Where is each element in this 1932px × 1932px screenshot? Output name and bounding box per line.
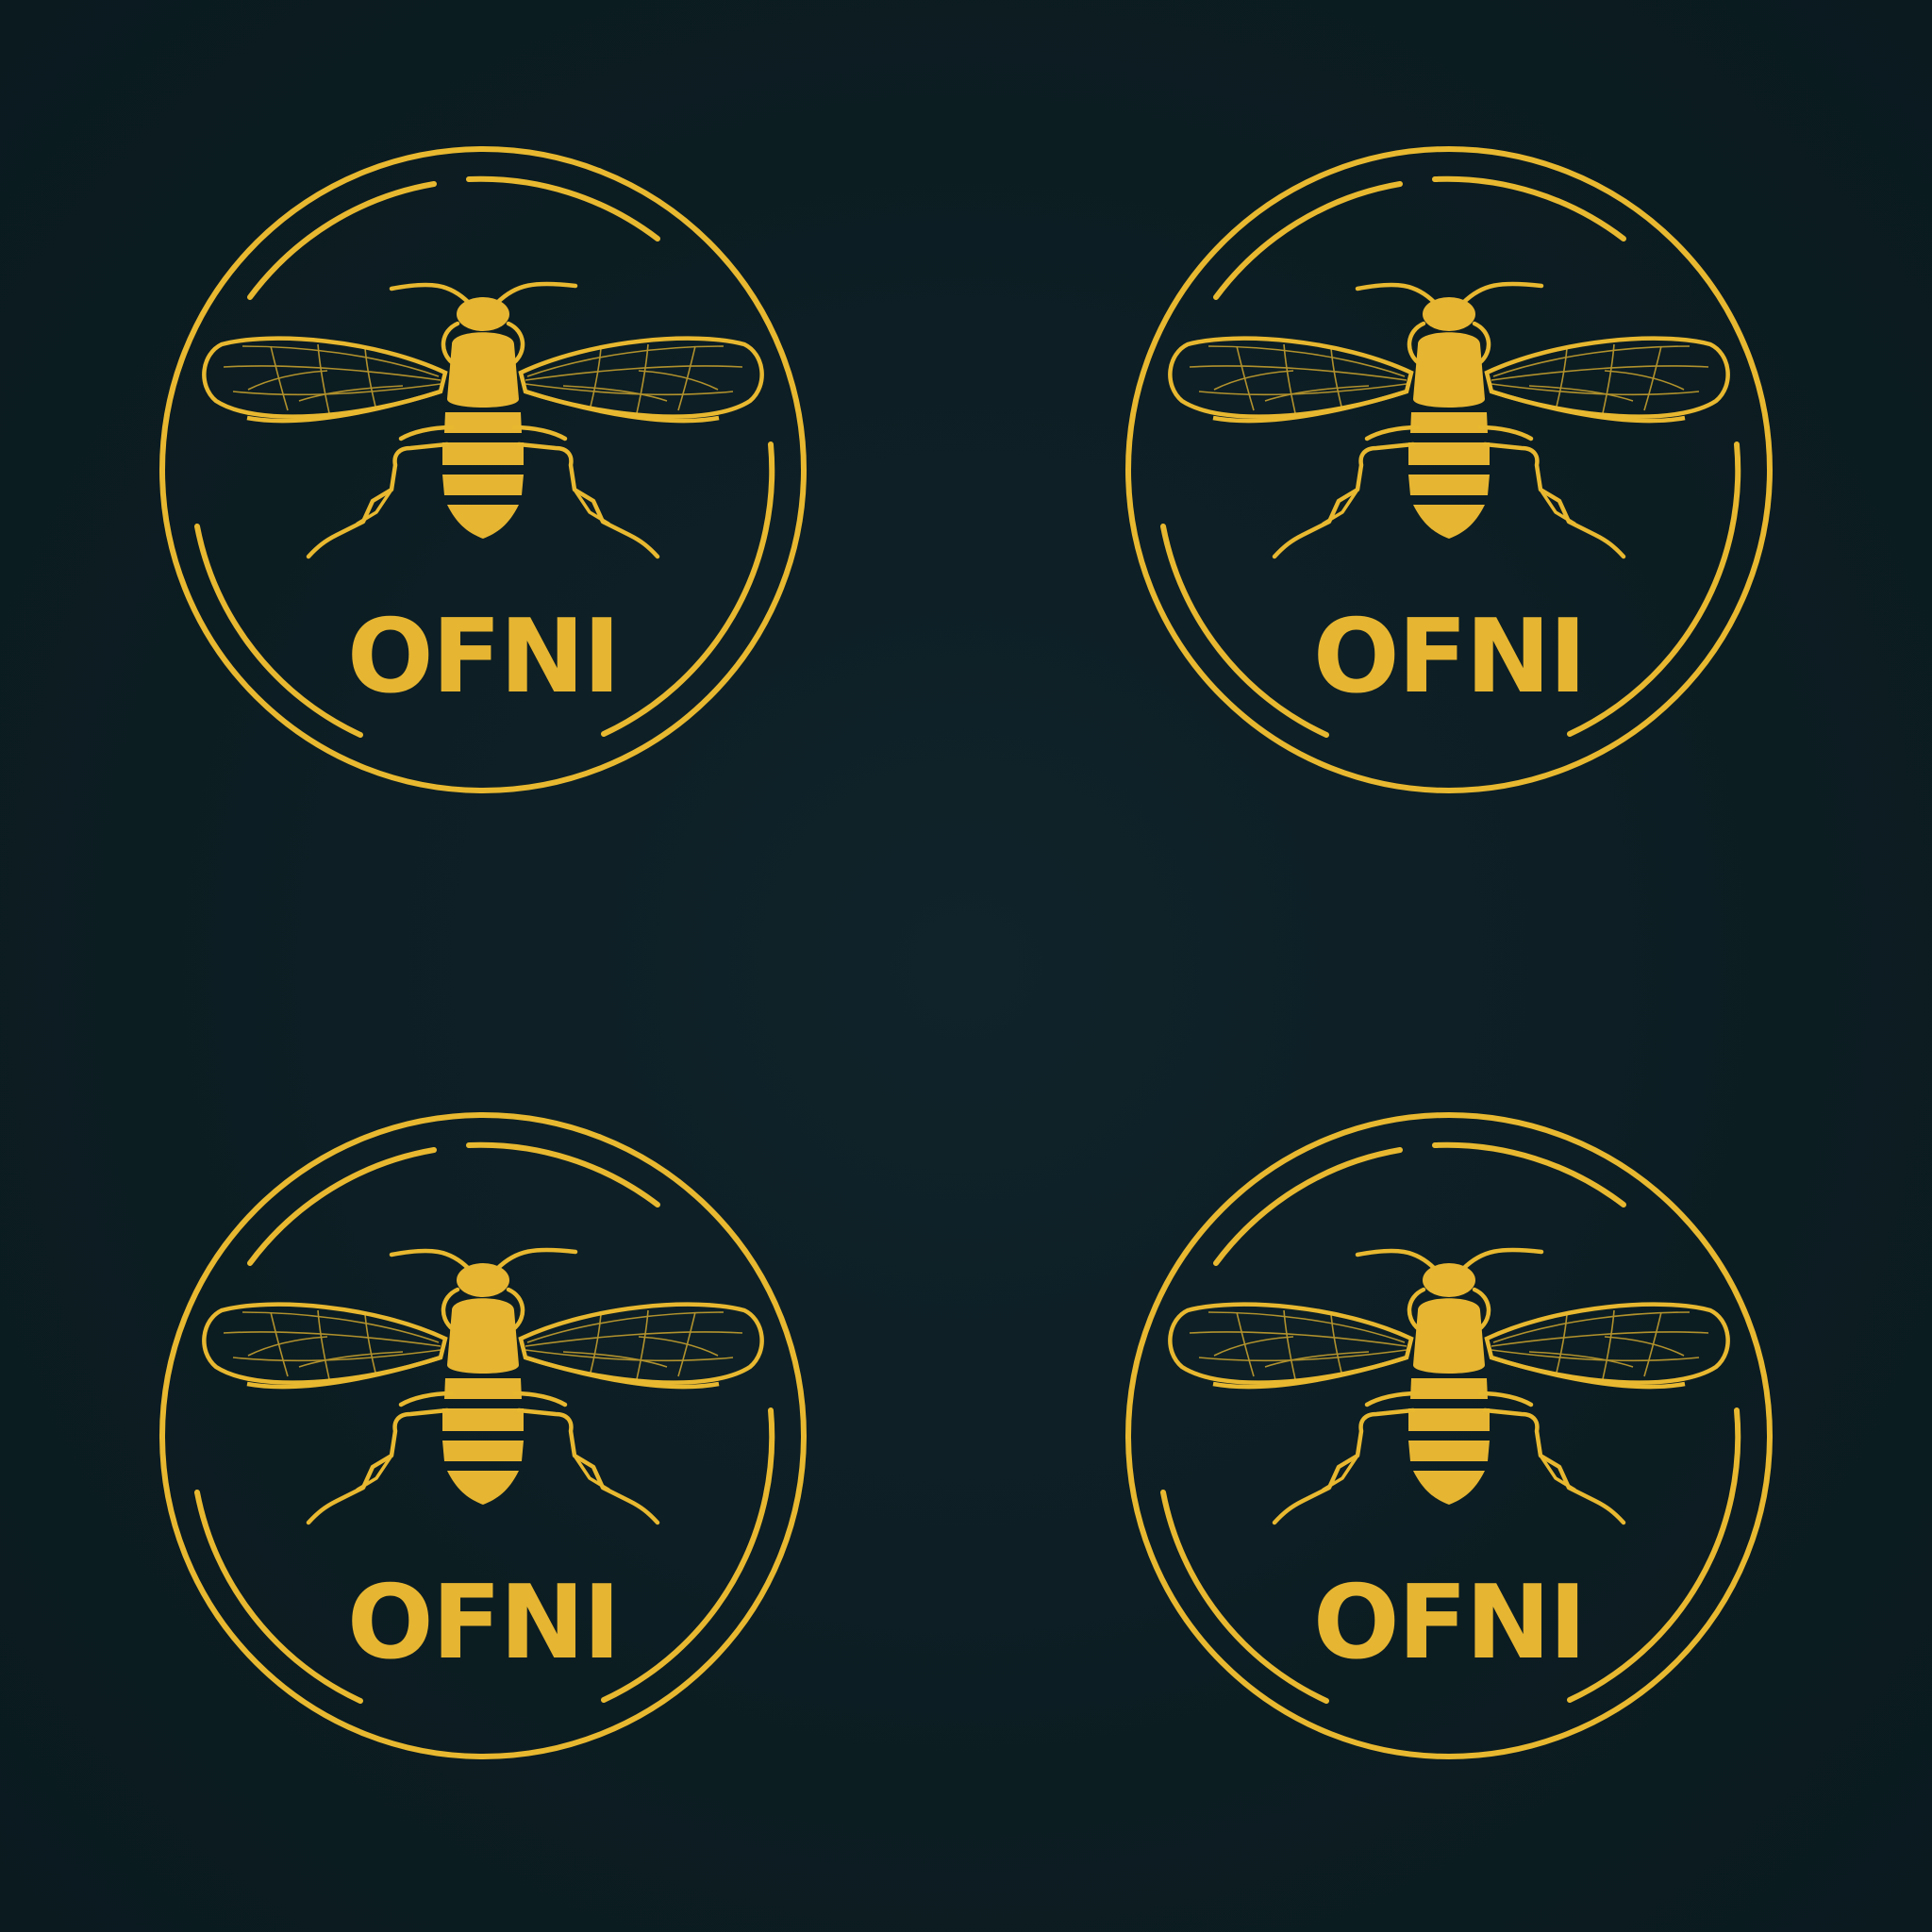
emblem-bottom-left: OFNI bbox=[158, 1110, 808, 1761]
emblem-graphic: OFNI bbox=[158, 144, 808, 795]
emblem-top-right: OFNI bbox=[1124, 144, 1774, 795]
emblem-graphic: OFNI bbox=[1124, 144, 1774, 795]
emblem-graphic: OFNI bbox=[158, 1110, 808, 1761]
brand-wordmark: OFNI bbox=[347, 1564, 619, 1682]
bee-icon bbox=[204, 284, 761, 557]
brand-wordmark: OFNI bbox=[1313, 598, 1585, 716]
brand-wordmark: OFNI bbox=[347, 598, 619, 716]
emblem-top-left: OFNI bbox=[158, 144, 808, 795]
brand-wordmark: OFNI bbox=[1313, 1564, 1585, 1682]
bee-icon bbox=[1170, 1250, 1727, 1523]
logo-sheet: OFNI OFNI OFNI OFNI bbox=[0, 0, 1932, 1932]
emblem-bottom-right: OFNI bbox=[1124, 1110, 1774, 1761]
emblem-graphic: OFNI bbox=[1124, 1110, 1774, 1761]
bee-icon bbox=[1170, 284, 1727, 557]
bee-icon bbox=[204, 1250, 761, 1523]
